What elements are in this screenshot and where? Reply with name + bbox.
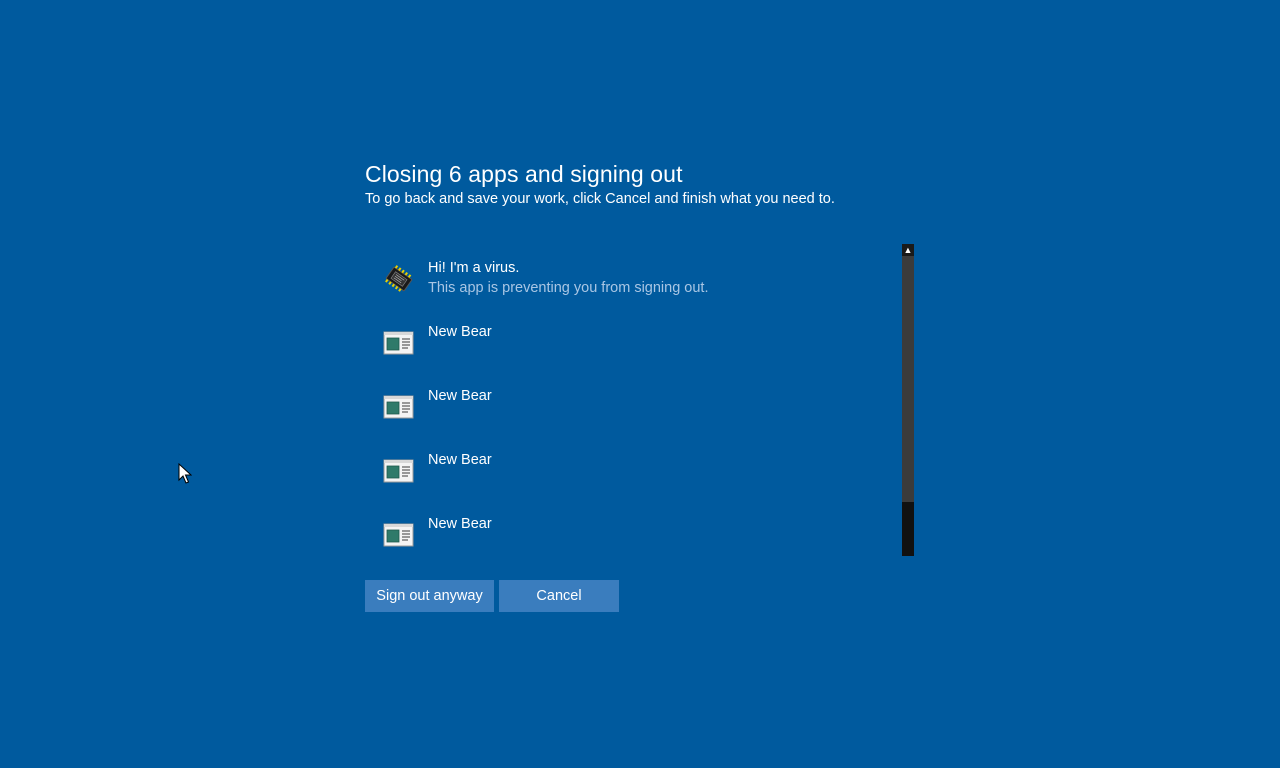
app-status: This app is preventing you from signing … [428, 280, 709, 296]
window-app-icon [382, 454, 416, 488]
list-item: New Bear [365, 384, 895, 448]
scrollbar-thumb[interactable] [902, 502, 914, 556]
app-name: New Bear [428, 324, 492, 340]
scroll-up-icon[interactable]: ▲ [902, 244, 914, 256]
list-item: New Bear [365, 512, 895, 556]
app-text: Hi! I'm a virus. This app is preventing … [428, 258, 708, 298]
app-text: New Bear [428, 386, 492, 406]
scrollbar[interactable]: ▲ [902, 244, 914, 556]
app-list[interactable]: Hi! I'm a virus. This app is preventing … [365, 244, 895, 556]
mouse-pointer-icon [178, 462, 193, 485]
list-item: New Bear [365, 320, 895, 384]
window-app-icon [382, 518, 416, 552]
app-text: New Bear [428, 514, 492, 534]
app-name: New Bear [428, 388, 492, 404]
app-list-container: Hi! I'm a virus. This app is preventing … [365, 244, 915, 556]
button-row: Sign out anyway Cancel [365, 580, 619, 612]
list-item: Hi! I'm a virus. This app is preventing … [365, 256, 895, 320]
cancel-button[interactable]: Cancel [499, 580, 619, 612]
list-item: New Bear [365, 448, 895, 512]
sign-out-anyway-button[interactable]: Sign out anyway [365, 580, 494, 612]
app-name: New Bear [428, 452, 492, 468]
page-subtitle: To go back and save your work, click Can… [365, 191, 835, 207]
virus-chip-icon [382, 262, 416, 296]
page-title: Closing 6 apps and signing out [365, 161, 683, 187]
window-app-icon [382, 390, 416, 424]
app-name: New Bear [428, 516, 492, 532]
signout-dialog: Closing 6 apps and signing out To go bac… [365, 160, 925, 612]
window-app-icon [382, 326, 416, 360]
app-text: New Bear [428, 322, 492, 342]
app-text: New Bear [428, 450, 492, 470]
app-name: Hi! I'm a virus. [428, 260, 520, 276]
signout-screen: Closing 6 apps and signing out To go bac… [0, 0, 1280, 768]
